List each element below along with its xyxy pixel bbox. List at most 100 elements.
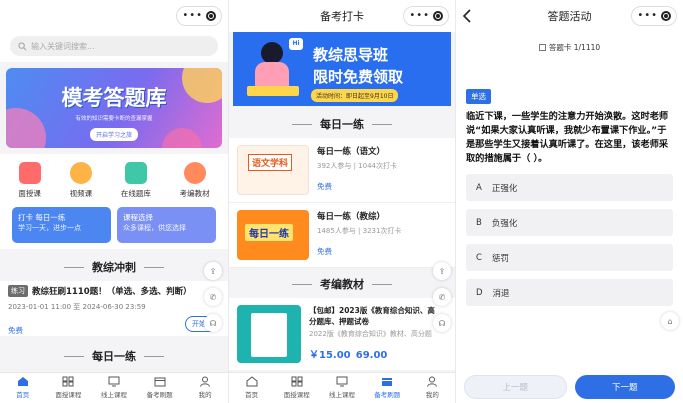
search-input[interactable]: 输入关键词搜索... (10, 36, 218, 56)
item-meta: 392人参与 | 1044次打卡 (317, 162, 397, 170)
banner-line1: 教综思导班 (313, 46, 389, 64)
tab-practice[interactable]: 备考刷题 (137, 373, 183, 403)
item-title: 每日一练（语文） (317, 147, 386, 157)
question-nav: 上一题 下一题 (464, 375, 675, 399)
icon-item-question-bank[interactable]: 在线题库 (121, 162, 151, 199)
icon-item-classroom[interactable]: 面授课 (18, 162, 41, 199)
thumb-text: 每日一练 (245, 224, 293, 241)
tab-home[interactable]: 首页 (0, 373, 46, 403)
option-text: 惩罚 (491, 253, 509, 264)
banner-button[interactable]: 开启学习之旅 (89, 128, 138, 141)
tab-label: 线上课程 (100, 391, 127, 399)
question-text: 临近下课，一些学生的注意力开始涣散。这时老师说“如果大家认真听课，我就少布置课下… (466, 111, 669, 164)
page-title: 答题活动 (547, 10, 592, 23)
home-banner[interactable]: 模考答题库 有效的知识需要卡断的查漏掌握 开启学习之旅 (6, 68, 222, 148)
close-icon[interactable] (205, 11, 216, 21)
prev-question-button[interactable]: 上一题 (464, 375, 567, 399)
next-question-button[interactable]: 下一题 (574, 375, 675, 399)
book-info: 【包邮】2023版《教育综合知识、高分题库、押题试卷 2022版《教育综合知识》… (309, 305, 439, 363)
icon-label: 面授课 (18, 189, 41, 198)
more-icon[interactable]: ••• (409, 11, 430, 21)
option-text: 正强化 (491, 183, 518, 194)
tab-home[interactable]: 首页 (229, 373, 274, 403)
tab-label: 备考刷题 (146, 391, 173, 399)
answer-card-icon (538, 44, 546, 51)
option-a[interactable]: A 正强化 (466, 174, 673, 201)
quiz-screen: 答题活动 ••• 答题卡 1/1110 单选 临近下课，一些学生的注意力开始涣散… (456, 0, 683, 403)
answer-card[interactable]: 答题卡 1/1110 (456, 42, 683, 53)
mini-program-capsule[interactable]: ••• (176, 6, 222, 26)
user-icon (200, 376, 211, 387)
banner-line2: 限时免费领取 (313, 68, 404, 86)
item-info: 每日一练（教综） 1485人参与 | 3231次打卡 免费 (317, 210, 401, 260)
close-icon[interactable] (432, 11, 443, 21)
phone-icon[interactable]: ✆ (433, 288, 451, 306)
practice-date: 2023-01-01 11:00 至 2024-06-30 23:59 (8, 303, 146, 311)
icon-item-textbook[interactable]: 考编教材 (180, 162, 210, 199)
tab-inperson[interactable]: 面授课程 (274, 373, 319, 403)
home-icon (17, 377, 28, 386)
option-letter: C (476, 252, 482, 263)
tab-inperson[interactable]: 面授课程 (46, 373, 92, 403)
back-icon[interactable] (462, 9, 472, 23)
tab-bar: 首页 面授课程 线上课程 备考刷题 我的 (0, 372, 228, 403)
search-icon (18, 41, 27, 50)
practice-item[interactable]: 练习 教综狂刷1110题！（单选、多选、判断） 2023-01-01 11:00… (0, 281, 228, 336)
tab-practice[interactable]: 备考刷题 (365, 373, 410, 403)
option-d[interactable]: D 消退 (466, 279, 673, 306)
book-old-price: 69.00 (355, 350, 388, 361)
list-item[interactable]: 语文学科 每日一练（语文） 392人参与 | 1044次打卡 免费 (229, 138, 455, 203)
practice-title-text: 教综狂刷1110题！（单选、多选、判断） (32, 287, 192, 297)
question-bank-icon (124, 162, 147, 184)
more-icon[interactable]: ••• (637, 11, 658, 21)
more-icon[interactable]: ••• (182, 11, 203, 21)
service-icon[interactable]: ☊ (433, 314, 451, 332)
tab-online[interactable]: 线上课程 (91, 373, 137, 403)
icon-label: 视频课 (69, 189, 93, 198)
tab-label: 面授课程 (55, 391, 82, 399)
book-item[interactable]: 【包邮】2023版《教育综合知识、高分题库、押题试卷 2022版《教育综合知识》… (229, 298, 455, 370)
card-title: 课程选择 (123, 213, 153, 222)
tab-mine[interactable]: 我的 (410, 373, 455, 403)
checkin-card[interactable]: 打卡 每日一练 学习一天，进步一点 (12, 207, 111, 243)
book-title: 【包邮】2023版《教育综合知识、高分题库、押题试卷 (309, 306, 435, 326)
page-title: 备考打卡 (320, 10, 364, 23)
share-icon[interactable]: ⇪ (204, 262, 222, 280)
calendar-icon (382, 378, 393, 386)
icon-item-video[interactable]: 视频课 (69, 162, 93, 199)
section-title: 每日一练 (0, 336, 228, 370)
card-subtitle: 众多课程，供您选择 (123, 224, 186, 232)
tab-mine[interactable]: 我的 (182, 373, 228, 403)
course-card[interactable]: 课程选择 众多课程，供您选择 (117, 207, 216, 243)
home-icon (246, 376, 258, 387)
option-b[interactable]: B 负强化 (466, 209, 673, 236)
banner-decoration (162, 128, 202, 148)
mini-program-capsule[interactable]: ••• (403, 6, 449, 26)
mini-program-capsule[interactable]: ••• (631, 6, 677, 26)
item-title: 每日一练（教综） (317, 212, 386, 222)
promo-banner[interactable]: Hi 教综思导班 限时免费领取 活动时间：即日起至9月10日 (233, 32, 451, 106)
option-letter: A (476, 182, 482, 193)
home-float-icon[interactable]: ⌂ (661, 312, 679, 330)
section-title: 教综冲刺 (0, 249, 228, 281)
feature-cards: 打卡 每日一练 学习一天，进步一点 课程选择 众多课程，供您选择 (0, 203, 228, 249)
textbook-icon (183, 162, 206, 184)
option-text: 负强化 (491, 218, 518, 229)
practice-tag: 练习 (8, 285, 28, 297)
tab-online[interactable]: 线上课程 (319, 373, 364, 403)
monitor-icon (336, 376, 348, 387)
item-meta: 1485人参与 | 3231次打卡 (317, 227, 402, 235)
top-bar: ••• (0, 0, 228, 32)
service-icon[interactable]: ☊ (204, 314, 222, 332)
phone-icon[interactable]: ✆ (204, 288, 222, 306)
list-item[interactable]: 每日一练 每日一练（教综） 1485人参与 | 3231次打卡 免费 (229, 203, 455, 268)
monitor-icon (108, 376, 120, 387)
question-type-badge: 单选 (466, 89, 491, 104)
grid-icon (62, 376, 74, 387)
option-c[interactable]: C 惩罚 (466, 244, 673, 271)
free-label: 免费 (317, 247, 332, 256)
option-letter: B (476, 217, 482, 228)
share-icon[interactable]: ⇪ (433, 262, 451, 280)
card-subtitle: 学习一天，进步一点 (18, 224, 81, 232)
close-icon[interactable] (660, 11, 671, 21)
